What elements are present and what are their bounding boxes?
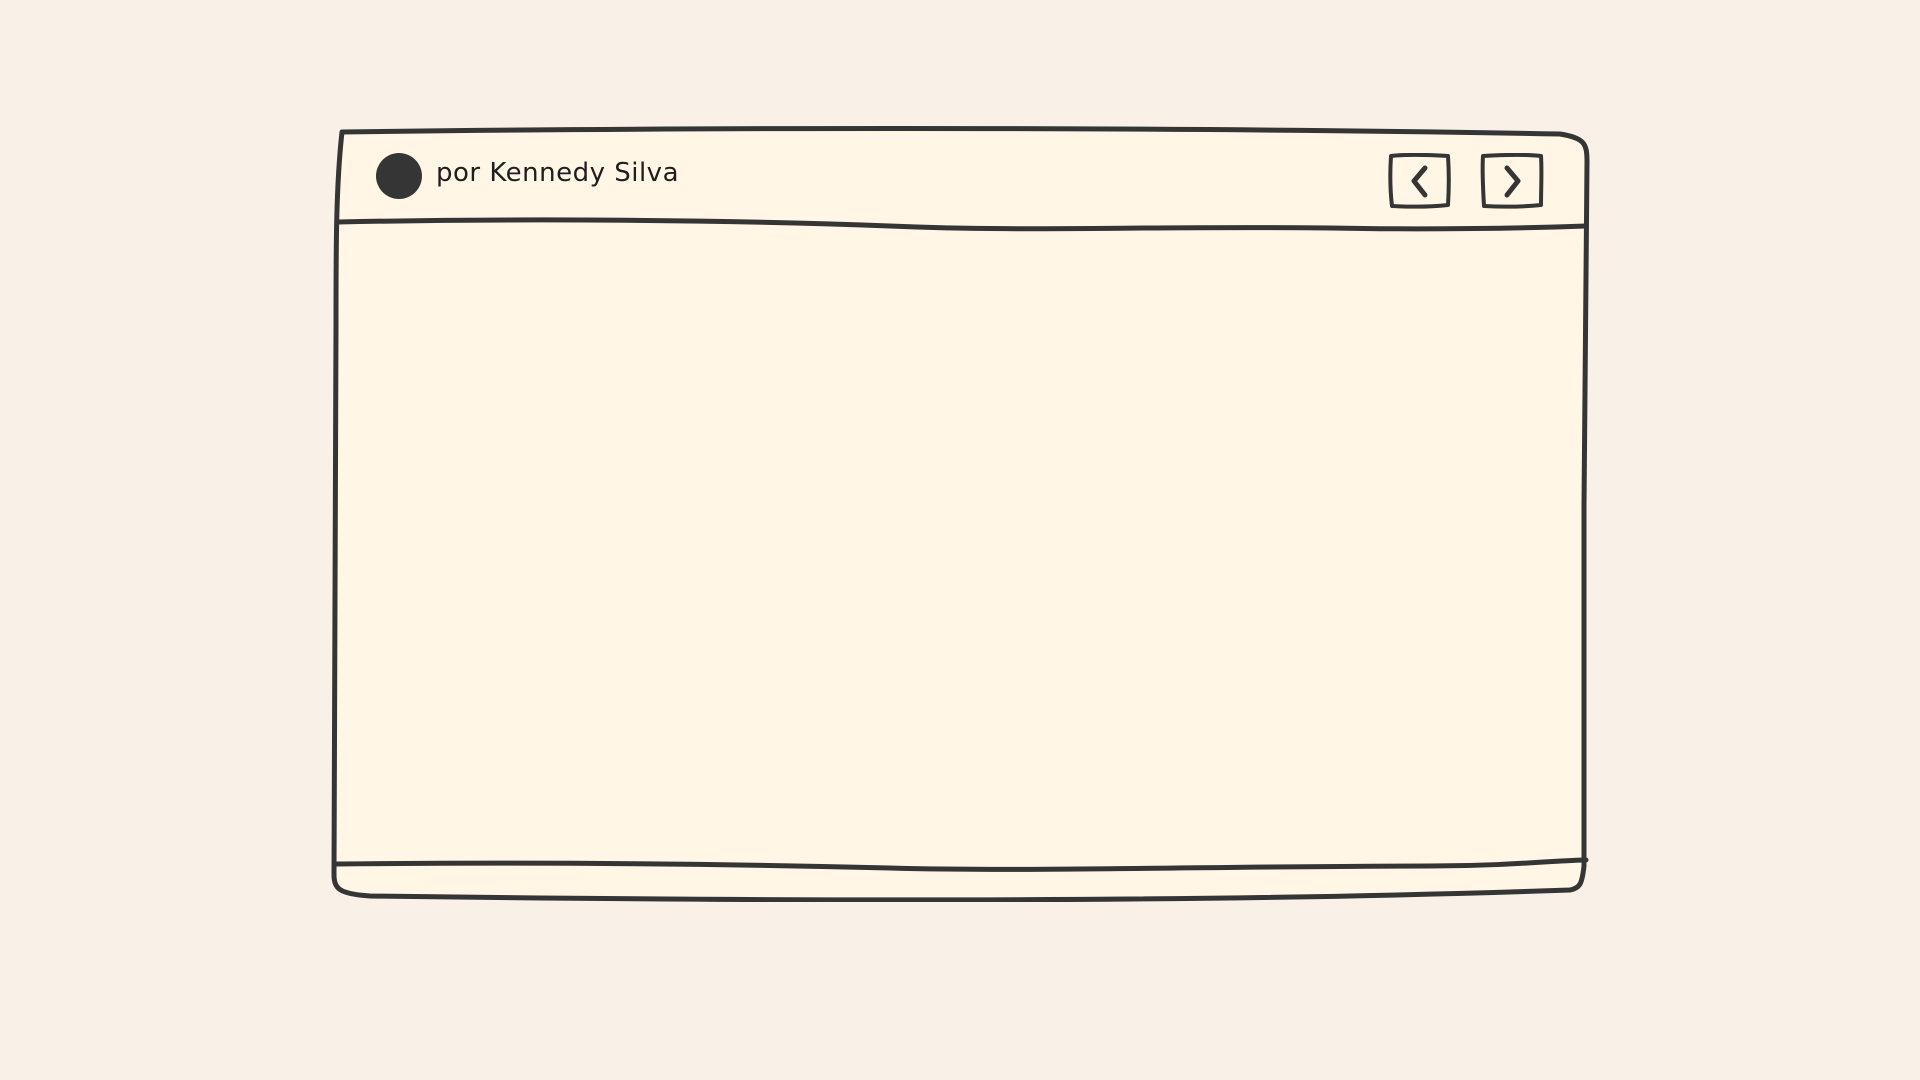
browser-window: por Kennedy Silva <box>330 126 1590 902</box>
chevron-right-icon <box>1480 153 1544 209</box>
content-area <box>342 230 1578 864</box>
avatar <box>376 153 422 199</box>
next-button[interactable] <box>1480 153 1544 209</box>
chevron-left-icon <box>1388 153 1451 209</box>
footer-bar <box>342 866 1578 890</box>
previous-button[interactable] <box>1388 153 1452 209</box>
author-label: por Kennedy Silva <box>436 158 679 188</box>
